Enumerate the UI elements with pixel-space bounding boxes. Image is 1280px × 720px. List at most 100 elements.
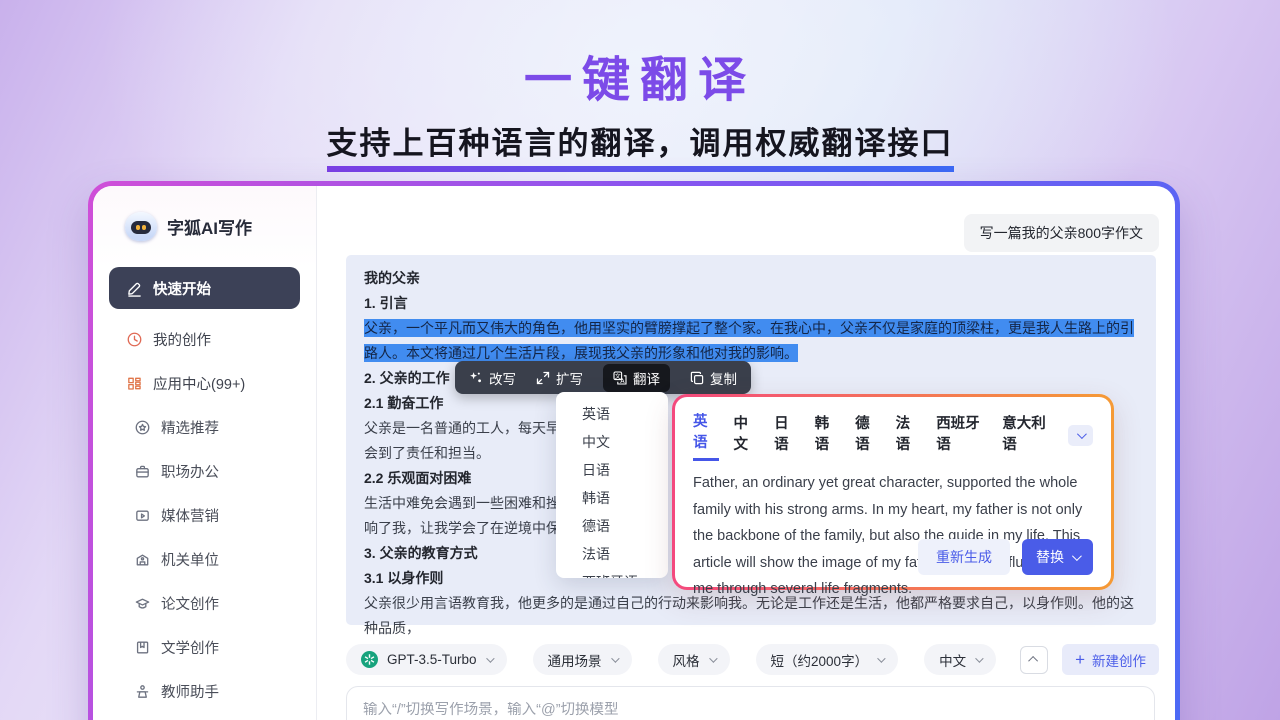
sidebar-item-label: 教师助手 [161,681,219,702]
sidebar-item-label: 快速开始 [153,278,211,299]
sidebar-item-app-center[interactable]: 应用中心(99+) [109,363,300,403]
app-logo-icon [125,212,157,241]
language-dropdown: 英语 中文 日语 韩语 德语 法语 西班牙语 [556,392,668,578]
plus-icon: + [1075,651,1085,668]
sidebar: 字狐AI写作 快速开始 我的创作 [93,186,317,720]
replace-button[interactable]: 替换 [1022,539,1093,575]
scene-label: 通用场景 [548,650,602,670]
translation-result-text: Father, an ordinary yet great character,… [693,470,1093,603]
prompt-input-box[interactable] [346,686,1155,720]
tab-korean[interactable]: 韩语 [815,412,841,460]
translate-popup: 英语 中文 日语 韩语 德语 法语 西班牙语 意大利语 Father, an o… [672,394,1114,590]
sidebar-item-label: 我的创作 [153,329,211,350]
tab-english[interactable]: 英语 [693,410,719,461]
sidebar-item-label: 媒体营销 [161,505,219,526]
composer-toolbar: GPT-3.5-Turbo 通用场景 风格 短（约2000字） [346,644,1159,675]
star-badge-icon [133,418,151,436]
new-creation-button[interactable]: + 新建创作 [1062,644,1159,675]
language-option-english[interactable]: 英语 [556,400,668,428]
expand-label: 扩写 [556,368,583,388]
brand: 字狐AI写作 [109,212,300,241]
scene-select[interactable]: 通用场景 [533,644,632,675]
grid-icon [125,374,143,392]
chevron-down-icon [709,654,717,662]
page: 一键翻译 支持上百种语言的翻译，调用权威翻译接口 字狐AI写作 快速开始 [0,0,1280,720]
sidebar-item-office[interactable]: 职场办公 [109,451,300,491]
sidebar-item-my-creations[interactable]: 我的创作 [109,319,300,359]
length-select[interactable]: 短（约2000字） [756,644,899,675]
expand-button[interactable]: 扩写 [536,368,583,388]
output-language-label: 中文 [939,650,966,670]
grad-cap-icon [133,594,151,612]
tab-italian[interactable]: 意大利语 [1002,412,1053,460]
chevron-down-icon [1077,429,1087,439]
regenerate-button[interactable]: 重新生成 [918,539,1010,575]
tab-french[interactable]: 法语 [896,412,922,460]
teacher-icon [133,682,151,700]
tab-chinese[interactable]: 中文 [734,412,760,460]
sidebar-item-media-marketing[interactable]: 媒体营销 [109,495,300,535]
sidebar-item-label: 论文创作 [161,593,219,614]
language-option-french[interactable]: 法语 [556,540,668,568]
language-option-spanish[interactable]: 西班牙语 [556,568,668,578]
model-label: GPT-3.5-Turbo [387,652,477,667]
model-select[interactable]: GPT-3.5-Turbo [346,644,507,675]
collapse-button[interactable] [1020,646,1048,674]
language-option-german[interactable]: 德语 [556,512,668,540]
language-option-japanese[interactable]: 日语 [556,456,668,484]
tab-spanish[interactable]: 西班牙语 [936,412,987,460]
sidebar-item-teacher-helper[interactable]: 教师助手 [109,671,300,711]
prompt-bubble: 写一篇我的父亲800字作文 [964,214,1159,252]
output-language-select[interactable]: 中文 [924,644,996,675]
tab-japanese[interactable]: 日语 [774,412,800,460]
sidebar-item-label: 机关单位 [161,549,219,570]
prompt-input[interactable] [363,702,1138,718]
sidebar-item-literature[interactable]: 文学创作 [109,627,300,667]
translate-language-tabs: 英语 中文 日语 韩语 德语 法语 西班牙语 意大利语 [693,410,1093,461]
style-select[interactable]: 风格 [658,644,730,675]
copy-label: 复制 [710,368,737,388]
doc-title: 我的父亲 [364,266,1138,291]
book-icon [133,638,151,656]
translate-icon: 文A [613,371,627,385]
chevron-down-icon [611,654,619,662]
sidebar-item-thesis[interactable]: 论文创作 [109,583,300,623]
style-label: 风格 [673,650,700,670]
highlighted-selection[interactable]: 父亲，一个平凡而又伟大的角色，他用坚实的臂膀撑起了整个家。在我心中，父亲不仅是家… [364,319,1134,362]
chevron-down-icon [1072,551,1082,561]
sidebar-item-label: 文学创作 [161,637,219,658]
translate-button[interactable]: 文A 翻译 [603,364,670,392]
openai-icon [361,651,378,668]
sidebar-item-label: 职场办公 [161,461,219,482]
doc-heading-1: 1. 引言 [364,291,1138,316]
sidebar-item-quick-start[interactable]: 快速开始 [109,267,300,309]
copy-button[interactable]: 复制 [690,368,737,388]
chevron-up-icon [1028,656,1038,666]
sidebar-item-label: 应用中心(99+) [153,373,245,394]
copy-icon [690,371,704,385]
chevron-down-icon [486,654,494,662]
clock-icon [125,330,143,348]
new-creation-label: 新建创作 [1092,650,1146,670]
language-option-chinese[interactable]: 中文 [556,428,668,456]
app-title: 字狐AI写作 [167,214,252,239]
length-label: 短（约2000字） [771,650,869,670]
sidebar-item-featured[interactable]: 精选推荐 [109,407,300,447]
chevron-down-icon [877,654,885,662]
media-play-icon [133,506,151,524]
sidebar-item-label: 精选推荐 [161,417,219,438]
magic-wand-icon [469,371,483,385]
more-languages-button[interactable] [1068,425,1093,446]
language-option-korean[interactable]: 韩语 [556,484,668,512]
rewrite-button[interactable]: 改写 [469,368,516,388]
doc-intro-paragraph: 父亲，一个平凡而又伟大的角色，他用坚实的臂膀撑起了整个家。在我心中，父亲不仅是家… [364,316,1138,366]
expand-icon [536,371,550,385]
tab-german[interactable]: 德语 [855,412,881,460]
translate-label: 翻译 [633,368,660,388]
chevron-down-icon [975,654,983,662]
hero-title: 一键翻译 [0,40,1280,110]
hero-subtitle: 支持上百种语言的翻译，调用权威翻译接口 [327,118,954,172]
selection-toolbar: 改写 扩写 文A 翻译 复制 [455,361,751,394]
sidebar-item-government[interactable]: 机关单位 [109,539,300,579]
svg-text:A: A [620,376,625,384]
